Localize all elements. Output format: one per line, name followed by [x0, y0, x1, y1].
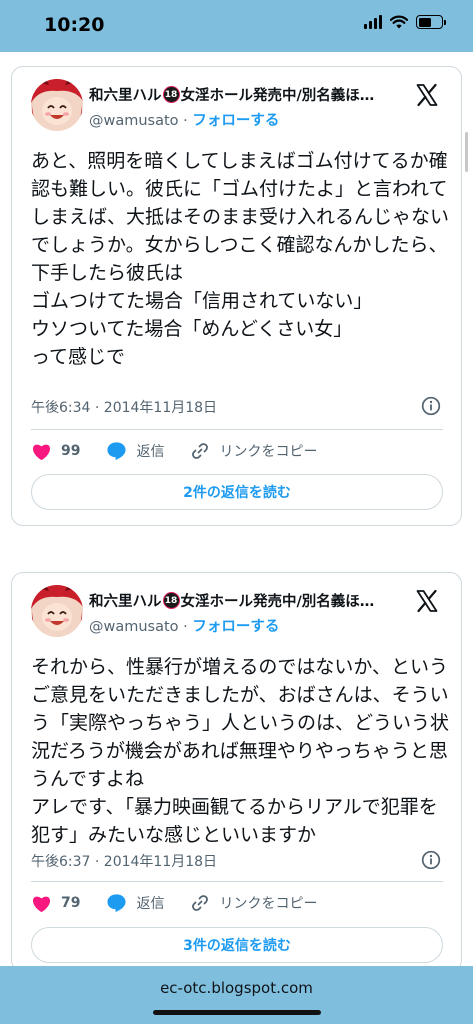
copy-link-button[interactable]: リンクをコピー [190, 441, 317, 461]
author-handle[interactable]: @wamusato [89, 113, 179, 129]
link-icon [192, 443, 209, 459]
read-replies-button[interactable]: 3件の返信を読む [31, 927, 443, 963]
r18-badge-icon: 18 [162, 86, 180, 103]
tweet-card[interactable]: 和六里ハル 18 女淫ホール発売中/別名義ほ… @wamusato · フォローする… [11, 572, 462, 972]
follow-link[interactable]: フォローする [192, 619, 279, 635]
tweet-actions: 79 返信 リンクをコピー [31, 891, 443, 915]
handle-line: @wamusato · フォローする [89, 615, 279, 636]
url-text[interactable]: ec-otc.blogspot.com [0, 979, 473, 997]
like-button[interactable]: 99 [31, 442, 80, 461]
author-name-prefix: 和六里ハル [89, 88, 162, 104]
battery-icon [416, 15, 446, 29]
heart-icon [32, 896, 51, 912]
author-name-prefix: 和六里ハル [89, 594, 162, 610]
tweet-actions: 99 返信 リンクをコピー [31, 439, 443, 463]
copy-link-label: リンクをコピー [219, 896, 318, 912]
divider [31, 429, 443, 430]
divider [31, 881, 443, 882]
author-name[interactable]: 和六里ハル 18 女淫ホール発売中/別名義ほ… [89, 84, 409, 105]
info-icon[interactable] [421, 396, 441, 416]
cellular-signal-icon [364, 15, 382, 29]
status-bar: 10:20 [0, 0, 473, 52]
x-logo-icon[interactable] [415, 83, 439, 107]
heart-icon [32, 444, 51, 460]
like-button[interactable]: 79 [31, 894, 80, 913]
status-icons [364, 15, 446, 29]
copy-link-button[interactable]: リンクをコピー [190, 893, 317, 913]
tweet-text: あと、照明を暗くしてしまえばゴム付けてるか確認も難しい。彼氏に「ゴム付けたよ」と… [31, 150, 450, 368]
reply-label: 返信 [136, 444, 165, 460]
avatar[interactable] [31, 79, 83, 131]
follow-link[interactable]: フォローする [192, 113, 279, 129]
info-icon[interactable] [421, 850, 441, 870]
author-name-suffix: 女淫ホール発売中/別名義ほ… [180, 594, 375, 610]
tweet-timestamp[interactable]: 午後6:37 · 2014年11月18日 [31, 851, 217, 871]
like-count: 79 [61, 895, 81, 911]
reply-button[interactable]: 返信 [106, 441, 164, 461]
link-icon [192, 895, 209, 911]
like-count: 99 [61, 443, 81, 459]
avatar[interactable] [31, 585, 83, 637]
author-name-suffix: 女淫ホール発売中/別名義ほ… [180, 88, 375, 104]
tweet-timestamp[interactable]: 午後6:34 · 2014年11月18日 [31, 397, 217, 417]
separator-dot: · [183, 619, 188, 635]
tweet-card[interactable]: 和六里ハル 18 女淫ホール発売中/別名義ほ… @wamusato · フォローする… [11, 66, 462, 526]
author-handle[interactable]: @wamusato [89, 619, 179, 635]
scroll-indicator[interactable] [465, 132, 468, 172]
author-name[interactable]: 和六里ハル 18 女淫ホール発売中/別名義ほ… [89, 590, 409, 611]
reply-bubble-icon [107, 442, 127, 461]
browser-url-bar[interactable]: ec-otc.blogspot.com [0, 966, 473, 1024]
tweet-text: それから、性暴行が増えるのではないか、というご意見をいただきましたが、おばさんは… [31, 656, 450, 846]
reply-label: 返信 [136, 896, 165, 912]
reply-bubble-icon [107, 894, 127, 913]
separator-dot: · [183, 113, 188, 129]
reply-button[interactable]: 返信 [106, 893, 164, 913]
home-indicator[interactable] [153, 1010, 321, 1015]
copy-link-label: リンクをコピー [219, 444, 318, 460]
x-logo-icon[interactable] [415, 589, 439, 613]
handle-line: @wamusato · フォローする [89, 109, 279, 130]
r18-badge-icon: 18 [162, 592, 180, 609]
wifi-icon [390, 15, 408, 29]
read-replies-button[interactable]: 2件の返信を読む [31, 474, 443, 510]
status-time: 10:20 [44, 14, 105, 36]
